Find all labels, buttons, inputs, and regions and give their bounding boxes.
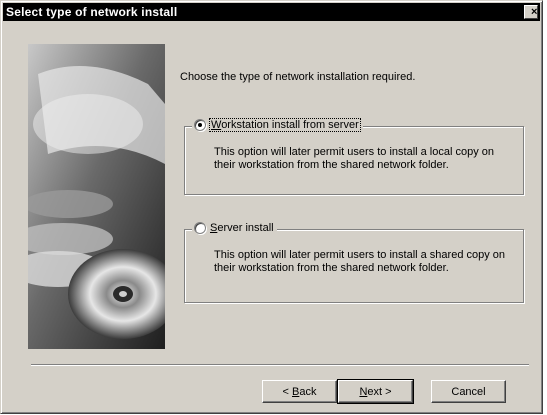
title-bar[interactable]: Select type of network install ×	[3, 3, 540, 21]
setup-dialog-window: Select type of network install × Choose …	[0, 0, 543, 414]
instruction-text: Choose the type of network installation …	[180, 71, 416, 83]
install-banner-image	[28, 44, 165, 349]
server-install-group: Server install This option will later pe…	[184, 222, 524, 303]
workstation-install-radio[interactable]	[194, 119, 206, 131]
back-button[interactable]: < Back	[262, 380, 337, 403]
next-button[interactable]: Next >	[337, 379, 414, 404]
workstation-install-group: Workstation install from server This opt…	[184, 118, 524, 195]
server-install-radio[interactable]	[194, 222, 206, 234]
workstation-install-mnemonic: W	[211, 119, 222, 131]
window-title: Select type of network install	[6, 5, 178, 19]
close-button[interactable]: ×	[524, 5, 538, 19]
server-install-label-rest: erver install	[217, 222, 274, 234]
cd-discs-illustration	[28, 44, 165, 349]
server-install-radio-option[interactable]: Server install	[192, 222, 277, 234]
next-label-rest: ext >	[367, 385, 392, 398]
cancel-button[interactable]: Cancel	[431, 380, 506, 403]
back-label-rest: ack	[299, 385, 317, 398]
workstation-install-radio-option[interactable]: Workstation install from server	[192, 118, 363, 132]
button-separator	[31, 364, 529, 366]
workstation-install-description: This option will later permit users to i…	[214, 146, 495, 171]
back-prefix: <	[282, 385, 292, 398]
server-install-description: This option will later permit users to i…	[214, 249, 506, 274]
close-icon: ×	[531, 6, 538, 18]
workstation-install-label[interactable]: Workstation install from server	[209, 118, 361, 132]
server-install-label[interactable]: Server install	[210, 222, 274, 234]
workstation-install-label-rest: orkstation install from server	[221, 119, 359, 131]
